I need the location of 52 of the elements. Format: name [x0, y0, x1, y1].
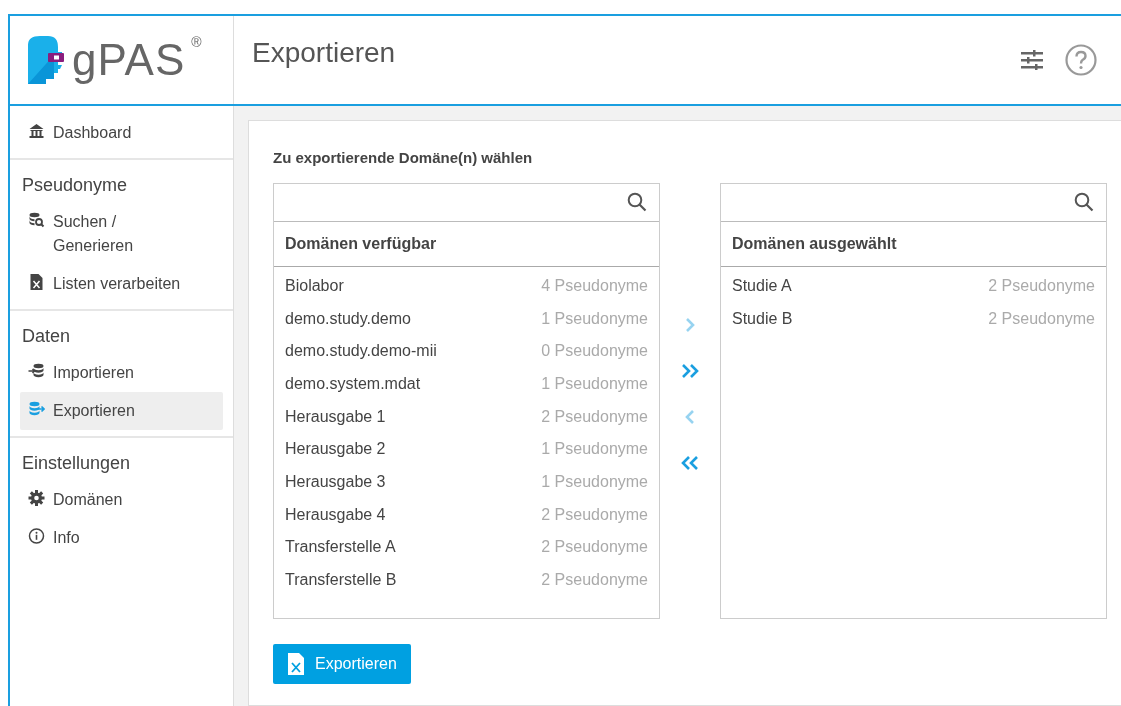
- sidebar-item[interactable]: Info: [20, 519, 223, 557]
- domain-name[interactable]: Studie B: [732, 306, 793, 331]
- pseudonym-count: 1 Pseudonyme: [541, 439, 648, 460]
- database-export-icon: [28, 401, 45, 417]
- sidebar-item[interactable]: Dashboard: [20, 114, 223, 152]
- search-icon[interactable]: [627, 192, 647, 212]
- database-import-icon: [28, 363, 45, 379]
- domain-name[interactable]: Herausgabe 3: [285, 469, 386, 494]
- sidebar-item[interactable]: Importieren: [20, 354, 223, 392]
- sidebar-item[interactable]: Domänen: [20, 481, 223, 519]
- sidebar-heading: Pseudonyme: [21, 174, 129, 197]
- domain-name[interactable]: Transferstelle A: [285, 535, 396, 560]
- registered-mark: ®: [191, 33, 202, 52]
- gear-icon: [28, 490, 45, 506]
- spreadsheet-file-icon: [28, 274, 45, 290]
- sidebar-heading: Einstellungen: [21, 452, 132, 475]
- sidebar-heading: Daten: [21, 325, 72, 348]
- section-label: Zu exportierende Domäne(n) wählen: [273, 148, 534, 168]
- pseudonym-count: 2 Pseudonyme: [541, 504, 648, 525]
- pseudonym-count: 2 Pseudonyme: [988, 275, 1095, 296]
- settings-icon[interactable]: [1021, 50, 1043, 70]
- spreadsheet-file-icon: [287, 652, 305, 675]
- domain-name[interactable]: demo.study.demo: [285, 306, 411, 331]
- domain-name[interactable]: Herausgabe 1: [285, 404, 386, 429]
- sidebar-item[interactable]: Listen verarbeiten: [20, 265, 223, 303]
- domain-name[interactable]: Herausgabe 2: [285, 437, 386, 462]
- pseudonym-count: 2 Pseudonyme: [988, 308, 1095, 329]
- pseudonym-count: 1 Pseudonyme: [541, 471, 648, 492]
- pseudonym-count: 1 Pseudonyme: [541, 373, 648, 394]
- pseudonym-count: 4 Pseudonyme: [541, 275, 648, 296]
- list-header: Domänen verfügbar: [274, 221, 659, 267]
- domain-name[interactable]: demo.study.demo-mii: [285, 339, 437, 364]
- domain-name[interactable]: Herausgabe 4: [285, 502, 386, 527]
- sidebar-item[interactable]: Suchen / Generieren: [20, 203, 223, 265]
- help-icon[interactable]: [1065, 44, 1097, 76]
- search-icon[interactable]: [1074, 192, 1094, 212]
- app-logo-text: gPAS: [72, 34, 186, 86]
- domain-name[interactable]: demo.system.mdat: [285, 371, 421, 396]
- pseudonym-count: 1 Pseudonyme: [541, 308, 648, 329]
- pseudonym-count: 2 Pseudonyme: [541, 406, 648, 427]
- sidebar-item[interactable]: Exportieren: [20, 392, 223, 430]
- page-title: Exportieren: [251, 36, 397, 70]
- bank-icon: [28, 123, 45, 139]
- domain-name[interactable]: Transferstelle B: [285, 568, 397, 593]
- database-search-icon: [28, 212, 45, 228]
- pseudonym-count: 2 Pseudonyme: [541, 537, 648, 558]
- domain-name[interactable]: Biolabor: [285, 273, 344, 298]
- pseudonym-count: 0 Pseudonyme: [541, 341, 648, 362]
- domain-name[interactable]: Studie A: [732, 273, 792, 298]
- pseudonym-count: 2 Pseudonyme: [541, 570, 648, 591]
- list-header: Domänen ausgewählt: [721, 221, 1106, 267]
- info-icon: [28, 528, 45, 544]
